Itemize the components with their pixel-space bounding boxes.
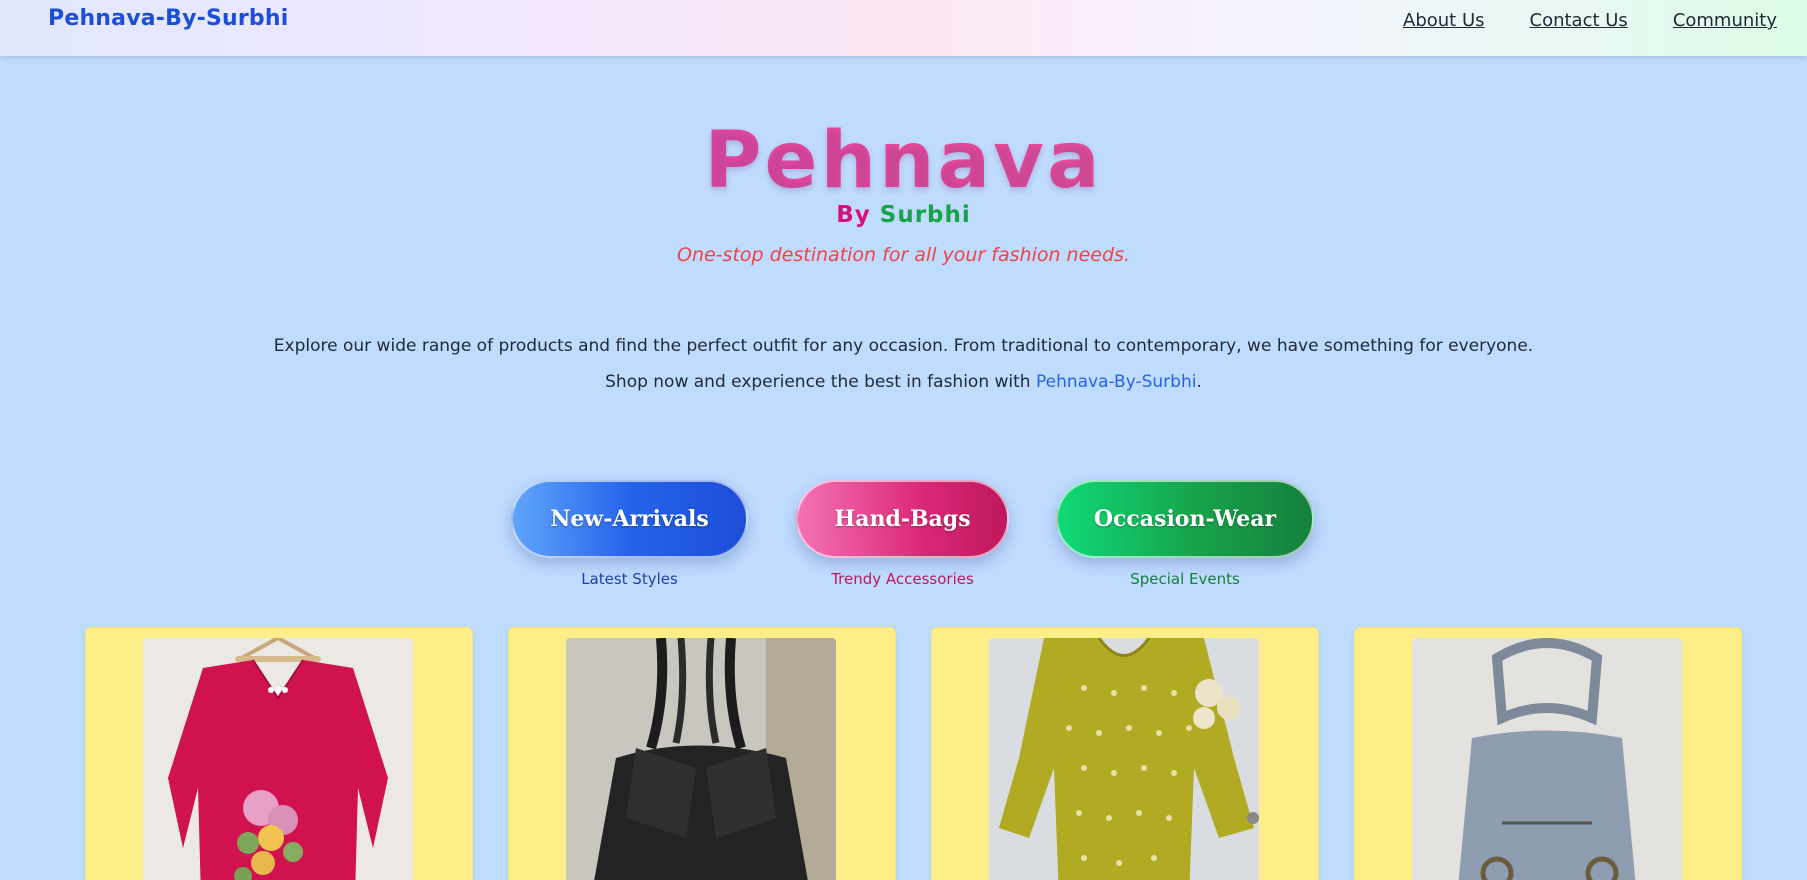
intro-brand-link[interactable]: Pehnava-By-Surbhi	[1036, 372, 1196, 392]
black-studded-handbag-image	[566, 638, 836, 880]
intro-line-2: Shop now and experience the best in fash…	[0, 364, 1807, 400]
new-arrivals-button[interactable]: New-Arrivals	[511, 480, 748, 558]
product-card[interactable]	[85, 627, 473, 880]
occasion-wear-caption: Special Events	[1130, 570, 1240, 588]
hero-subtitle: By Surbhi	[0, 202, 1807, 228]
yellow-printed-dress-image	[989, 638, 1259, 880]
category-hand-bags: Hand-Bags Trendy Accessories	[796, 480, 1009, 588]
hand-bags-caption: Trendy Accessories	[831, 570, 974, 588]
category-occasion-wear: Occasion-Wear Special Events	[1056, 480, 1314, 588]
product-photo-pink-kurta[interactable]	[143, 638, 413, 880]
product-photo-grey-bag[interactable]	[1412, 638, 1682, 880]
pink-embroidered-kurta-image	[143, 638, 413, 880]
nav-links: About Us Contact Us Community	[1403, 10, 1777, 31]
hero-subtitle-by: By	[836, 202, 871, 228]
grey-denim-backpack-image	[1412, 638, 1682, 880]
product-card[interactable]	[508, 627, 896, 880]
top-navbar: Pehnava-By-Surbhi About Us Contact Us Co…	[0, 0, 1807, 56]
category-buttons-row: New-Arrivals Latest Styles Hand-Bags Tre…	[0, 480, 1807, 590]
hand-bags-button[interactable]: Hand-Bags	[796, 480, 1009, 558]
occasion-wear-button[interactable]: Occasion-Wear	[1056, 480, 1314, 558]
nav-link-community[interactable]: Community	[1673, 10, 1777, 31]
product-card[interactable]	[1354, 627, 1742, 880]
intro-line-1: Explore our wide range of products and f…	[273, 336, 1534, 356]
brand-logo-text[interactable]: Pehnava-By-Surbhi	[48, 6, 288, 31]
new-arrivals-caption: Latest Styles	[581, 570, 678, 588]
hero-title: Pehnava	[0, 116, 1807, 206]
hero-subtitle-name: Surbhi	[879, 202, 971, 228]
product-photo-yellow-dress[interactable]	[989, 638, 1259, 880]
product-photo-black-handbag[interactable]	[566, 638, 836, 880]
nav-link-contact-us[interactable]: Contact Us	[1530, 10, 1628, 31]
intro-text: Explore our wide range of products and f…	[0, 328, 1807, 400]
product-card[interactable]	[931, 627, 1319, 880]
intro-line-2-prefix: Shop now and experience the best in fash…	[605, 372, 1036, 392]
hero-tagline: One-stop destination for all your fashio…	[677, 244, 1130, 266]
intro-line-2-suffix: .	[1196, 372, 1202, 392]
category-new-arrivals: New-Arrivals Latest Styles	[511, 480, 748, 588]
nav-link-about-us[interactable]: About Us	[1403, 10, 1485, 31]
